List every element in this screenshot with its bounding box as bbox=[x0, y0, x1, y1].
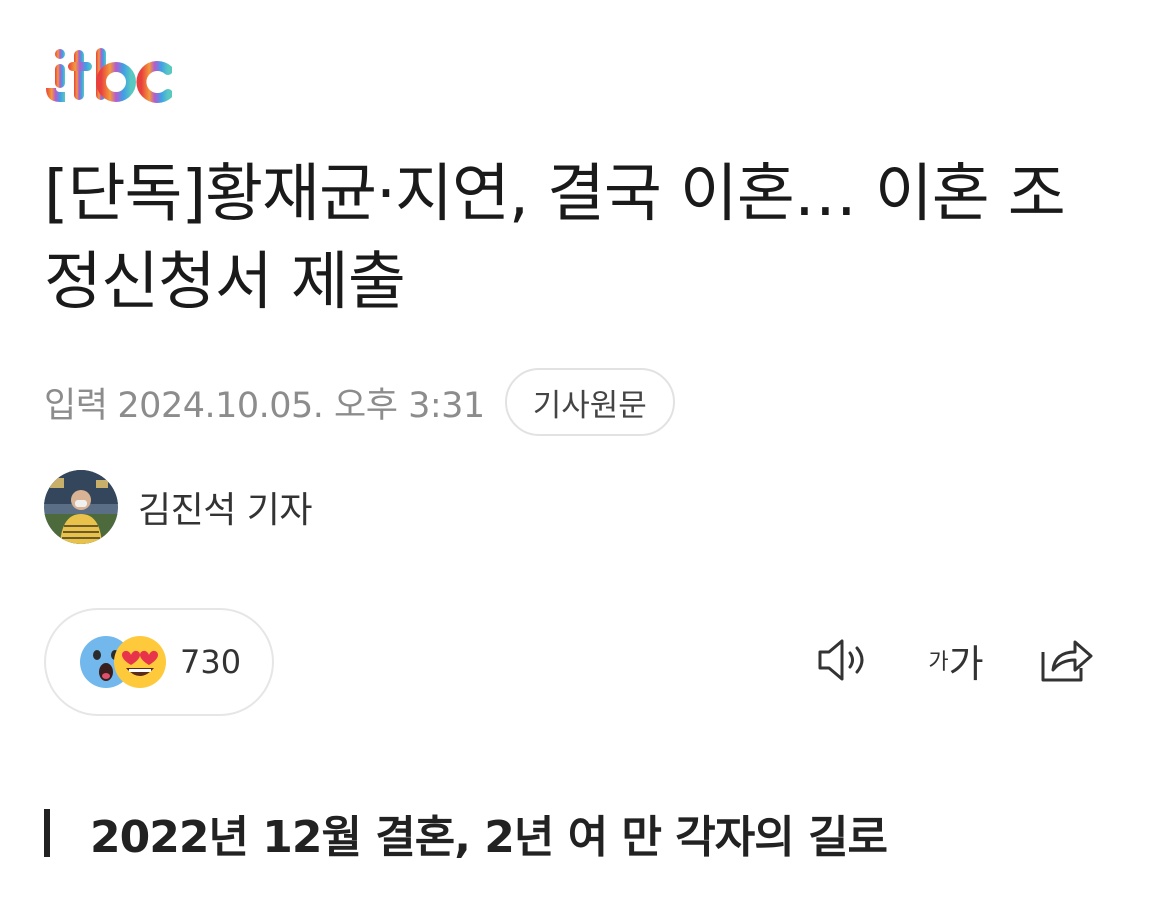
reporter-avatar[interactable] bbox=[44, 470, 118, 544]
jtbc-logo[interactable] bbox=[44, 44, 172, 106]
font-size-large-label: 가 bbox=[948, 641, 984, 686]
font-size-small-label: 가 bbox=[928, 650, 949, 675]
font-size-button[interactable]: 가 가 bbox=[926, 630, 986, 690]
share-button[interactable] bbox=[1038, 630, 1098, 690]
speaker-icon bbox=[818, 639, 864, 681]
published-date: 2024.10.05. 오후 3:31 bbox=[117, 385, 485, 426]
subheading-bar bbox=[44, 809, 50, 857]
reporter-name[interactable]: 김진석 기자 bbox=[138, 481, 313, 533]
reaction-count: 730 bbox=[180, 643, 242, 681]
tts-button[interactable] bbox=[814, 630, 874, 690]
subheading-text: 2022년 12월 결혼, 2년 여 만 각자의 길로 bbox=[90, 812, 888, 863]
article-meta: 입력 2024.10.05. 오후 3:31 기사원문 bbox=[44, 366, 675, 438]
share-icon bbox=[1041, 640, 1093, 682]
article-subheading: 2022년 12월 결혼, 2년 여 만 각자의 길로 bbox=[44, 800, 888, 866]
heart-eyes-emoji-icon bbox=[114, 636, 166, 688]
original-article-button[interactable]: 기사원문 bbox=[504, 368, 675, 436]
article-title: [단독]황재균·지연, 결국 이혼… 이혼 조정신청서 제출 bbox=[44, 157, 1066, 318]
article-toolbar: 가 가 bbox=[762, 630, 1098, 690]
reaction-button[interactable]: 730 bbox=[44, 608, 274, 716]
reporter[interactable]: 김진석 기자 bbox=[44, 470, 313, 544]
published-label: 입력 bbox=[44, 385, 108, 426]
